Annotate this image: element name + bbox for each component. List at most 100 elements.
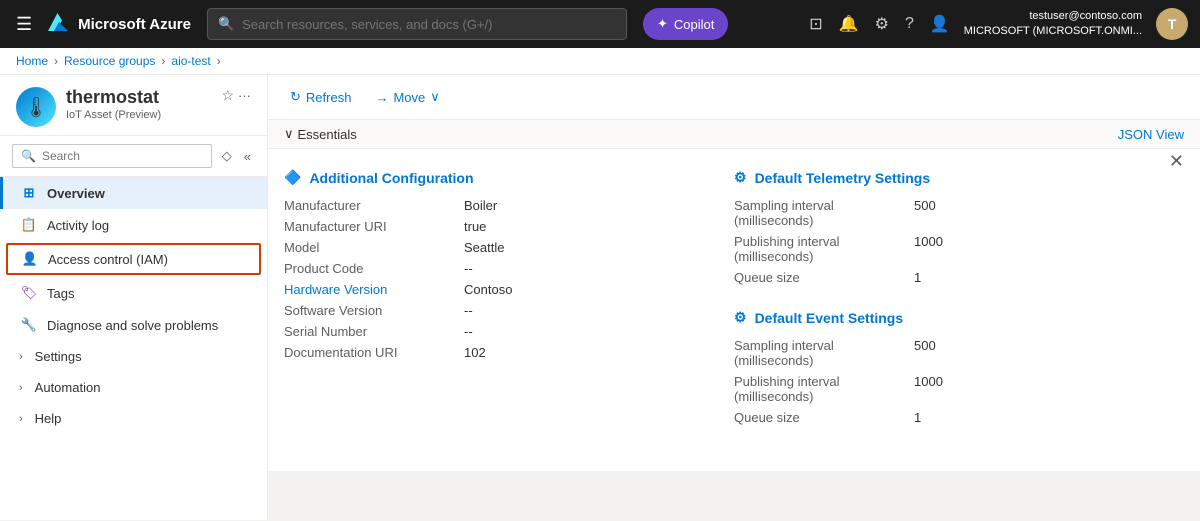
field-documentation-uri: Documentation URI 102 xyxy=(284,345,718,360)
field-queue-size-tel: Queue size 1 xyxy=(734,270,1168,285)
move-button[interactable]: → Move ∨ xyxy=(369,85,445,109)
sidebar-item-automation[interactable]: › Automation xyxy=(0,372,267,403)
breadcrumb-aio-test[interactable]: aio-test xyxy=(171,54,210,68)
user-tenant: MICROSOFT (MICROSOFT.ONMI... xyxy=(964,24,1142,39)
field-model: Model Seattle xyxy=(284,240,718,255)
sidebar-item-label: Automation xyxy=(35,380,101,395)
sidebar-item-activity-log[interactable]: 📋 Activity log xyxy=(0,209,267,241)
field-sampling-interval-evt: Sampling interval (milliseconds) 500 xyxy=(734,338,1168,368)
sidebar-collapse-icon[interactable]: « xyxy=(240,146,255,166)
config-icon: 🔷 xyxy=(284,169,301,186)
content-body: 🔷 Additional Configuration Manufacturer … xyxy=(268,149,1200,471)
content-area: ↻ Refresh → Move ∨ ∨ Essentials JSON Vie… xyxy=(268,75,1200,471)
chevron-down-icon: ∨ xyxy=(430,89,440,105)
sidebar-search-area: 🔍 ◇ « xyxy=(0,136,267,177)
avatar[interactable]: T xyxy=(1156,8,1188,40)
tags-icon: 🏷 xyxy=(21,285,38,301)
field-product-code: Product Code -- xyxy=(284,261,718,276)
global-search-input[interactable] xyxy=(242,17,616,32)
hamburger-menu[interactable]: ☰ xyxy=(12,10,36,39)
sidebar-item-label: Settings xyxy=(35,349,82,364)
field-serial-number: Serial Number -- xyxy=(284,324,718,339)
sidebar-search-wrapper[interactable]: 🔍 xyxy=(12,144,212,168)
sidebar-search-input[interactable] xyxy=(42,149,203,163)
resource-icon: 🌡 xyxy=(16,87,56,127)
breadcrumb-resource-groups[interactable]: Resource groups xyxy=(64,54,155,68)
sidebar-nav: ⊞ Overview 📋 Activity log 👤 Access contr… xyxy=(0,177,267,520)
sidebar-item-label: Tags xyxy=(47,286,74,301)
field-software-version: Software Version -- xyxy=(284,303,718,318)
copilot-button[interactable]: ✦ Copilot xyxy=(643,8,728,40)
chevron-right-icon: › xyxy=(19,382,23,394)
field-sampling-interval-tel: Sampling interval (milliseconds) 500 xyxy=(734,198,1168,228)
right-column: ⚙ Default Telemetry Settings Sampling in… xyxy=(734,169,1184,451)
nav-icons: ⊡ 🔔 ⚙ ? 👤 xyxy=(803,8,956,40)
sidebar-item-label: Access control (IAM) xyxy=(48,252,168,267)
event-title: ⚙ Default Event Settings xyxy=(734,309,1168,326)
favorite-button[interactable]: ☆ xyxy=(221,87,234,104)
json-view-button[interactable]: JSON View xyxy=(1118,127,1184,142)
sidebar-item-label: Overview xyxy=(47,186,105,201)
sidebar-item-access-control[interactable]: 👤 Access control (IAM) xyxy=(6,243,261,275)
sidebar-item-help[interactable]: › Help xyxy=(0,403,267,434)
telemetry-title: ⚙ Default Telemetry Settings xyxy=(734,169,1168,186)
resource-subtitle: IoT Asset (Preview) xyxy=(66,109,211,121)
resource-header: 🌡 thermostat IoT Asset (Preview) ☆ ··· xyxy=(0,75,267,136)
field-manufacturer: Manufacturer Boiler xyxy=(284,198,718,213)
field-publishing-interval-tel: Publishing interval (milliseconds) 1000 xyxy=(734,234,1168,264)
more-options-button[interactable]: ··· xyxy=(238,88,251,103)
breadcrumb-home[interactable]: Home xyxy=(16,54,48,68)
user-info: testuser@contoso.com MICROSOFT (MICROSOF… xyxy=(964,9,1142,40)
chevron-right-icon: › xyxy=(19,413,23,425)
sidebar-item-label: Activity log xyxy=(47,218,109,233)
field-hardware-version: Hardware Version Contoso xyxy=(284,282,718,297)
refresh-button[interactable]: ↻ Refresh xyxy=(284,85,357,109)
sidebar-item-diagnose[interactable]: 🔧 Diagnose and solve problems xyxy=(0,309,267,341)
copilot-icon: ✦ xyxy=(657,16,668,32)
global-search-bar[interactable]: 🔍 xyxy=(207,8,627,40)
sidebar-item-tags[interactable]: 🏷 Tags xyxy=(0,277,267,309)
field-manufacturer-uri: Manufacturer URI true xyxy=(284,219,718,234)
sidebar-expand-icon[interactable]: ◇ xyxy=(218,146,236,166)
telemetry-section: ⚙ Default Telemetry Settings Sampling in… xyxy=(734,169,1168,285)
azure-logo: Microsoft Azure xyxy=(44,10,191,38)
resource-title: thermostat xyxy=(66,87,211,109)
user-settings-icon[interactable]: 👤 xyxy=(924,8,956,40)
notifications-icon[interactable]: 🔔 xyxy=(833,8,865,40)
chevron-right-icon: › xyxy=(19,351,23,363)
sidebar-item-label: Help xyxy=(35,411,62,426)
azure-icon xyxy=(44,10,72,38)
azure-title: Microsoft Azure xyxy=(78,16,191,33)
move-icon: → xyxy=(375,90,388,105)
breadcrumb: Home › Resource groups › aio-test › xyxy=(0,48,1200,75)
settings-icon[interactable]: ⚙ xyxy=(869,8,895,40)
user-name: testuser@contoso.com xyxy=(964,9,1142,24)
sidebar-item-overview[interactable]: ⊞ Overview xyxy=(0,177,267,209)
content-wrapper: ✕ ↻ Refresh → Move ∨ ∨ Essentials xyxy=(268,75,1200,520)
iam-icon: 👤 xyxy=(22,251,38,267)
essentials-toggle[interactable]: ∨ Essentials xyxy=(284,126,357,142)
content-toolbar: ↻ Refresh → Move ∨ xyxy=(268,75,1200,120)
help-icon[interactable]: ? xyxy=(899,9,920,39)
sidebar-item-label: Diagnose and solve problems xyxy=(47,318,218,333)
search-icon: 🔍 xyxy=(218,16,234,32)
main-layout: 🌡 thermostat IoT Asset (Preview) ☆ ··· 🔍… xyxy=(0,75,1200,520)
activity-log-icon: 📋 xyxy=(21,217,37,233)
chevron-down-icon: ∨ xyxy=(284,126,294,142)
event-icon: ⚙ xyxy=(734,309,747,326)
additional-config-title: 🔷 Additional Configuration xyxy=(284,169,718,186)
sidebar-search-icon: 🔍 xyxy=(21,149,36,163)
overview-icon: ⊞ xyxy=(24,185,35,201)
diagnose-icon: 🔧 xyxy=(21,317,37,333)
close-button[interactable]: ✕ xyxy=(1169,151,1184,172)
field-queue-size-evt: Queue size 1 xyxy=(734,410,1168,425)
sidebar-item-settings[interactable]: › Settings xyxy=(0,341,267,372)
additional-config-section: 🔷 Additional Configuration Manufacturer … xyxy=(284,169,734,451)
event-section: ⚙ Default Event Settings Sampling interv… xyxy=(734,309,1168,425)
refresh-icon: ↻ xyxy=(290,89,301,105)
essentials-bar: ∨ Essentials JSON View xyxy=(268,120,1200,149)
field-publishing-interval-evt: Publishing interval (milliseconds) 1000 xyxy=(734,374,1168,404)
sidebar: 🌡 thermostat IoT Asset (Preview) ☆ ··· 🔍… xyxy=(0,75,268,520)
top-nav: ☰ Microsoft Azure 🔍 ✦ Copilot ⊡ 🔔 ⚙ ? 👤 … xyxy=(0,0,1200,48)
feedback-icon[interactable]: ⊡ xyxy=(803,8,828,40)
